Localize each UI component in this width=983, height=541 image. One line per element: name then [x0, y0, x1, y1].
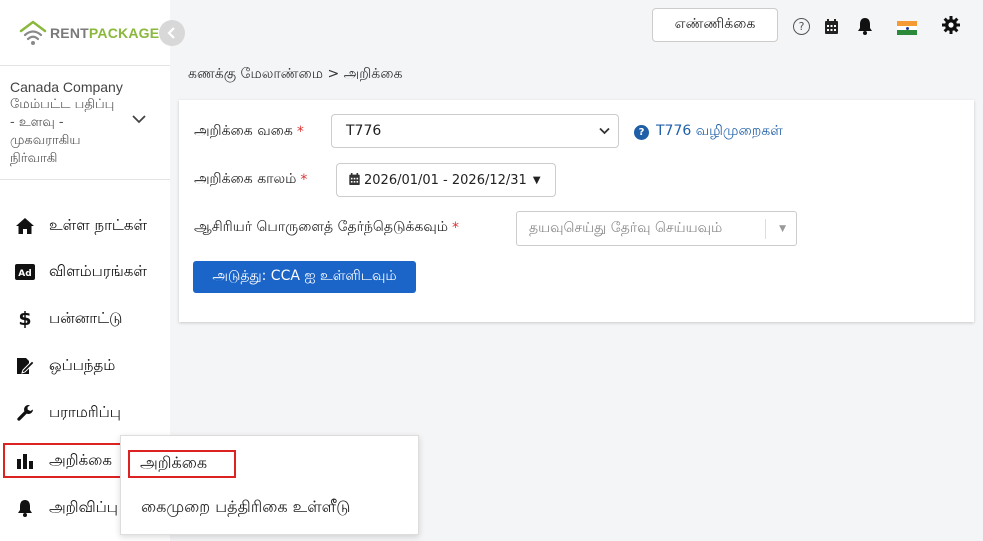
report-period-value: 2026/01/01 - 2026/12/31: [364, 172, 527, 188]
submenu-item-manual-journal[interactable]: கைமுறை பத்திரிகை உள்ளீடு: [141, 497, 350, 518]
sidebar-item-ads[interactable]: Ad விளம்பரங்கள்: [0, 253, 170, 291]
t776-help-link[interactable]: ? T776 வழிமுறைகள்: [634, 123, 783, 141]
sidebar-item-properties[interactable]: உள்ள நாட்கள்: [0, 207, 170, 245]
sidebar-item-label: அறிவிப்பு: [49, 498, 118, 516]
help-icon[interactable]: ?: [793, 16, 810, 36]
question-icon: ?: [634, 124, 649, 140]
sidebar-item-maintenance[interactable]: பராமரிப்பு: [0, 394, 170, 432]
divider: [0, 179, 170, 180]
owner-select[interactable]: தயவுசெய்து தேர்வு செய்யவும் ▼: [516, 211, 797, 246]
report-type-label: அறிக்கை வகை *: [194, 123, 304, 140]
sidebar-item-label: அறிக்கை: [49, 450, 112, 469]
chevron-down-icon[interactable]: [132, 112, 146, 128]
report-submenu: அறிக்கை கைமுறை பத்திரிகை உள்ளீடு: [120, 435, 419, 535]
home-icon: [14, 217, 36, 235]
sidebar-item-label: உள்ள நாட்கள்: [49, 216, 147, 234]
divider: [0, 65, 170, 66]
sidebar-item-label: விளம்பரங்கள்: [49, 262, 147, 280]
divider: [765, 219, 766, 239]
owner-placeholder: தயவுசெய்து தேர்வு செய்யவும்: [529, 219, 723, 236]
next-enter-cca-button[interactable]: அடுத்து: CCA ஐ உள்ளிடவும்: [193, 261, 416, 293]
wrench-icon: [14, 404, 36, 422]
calendar-icon[interactable]: [825, 16, 838, 36]
company-line: நிர்வாகி: [10, 151, 58, 166]
report-form-card: அறிக்கை வகை * T776 ? T776 வழிமுறைகள் அறிக…: [179, 100, 974, 322]
caret-down-icon: ▼: [532, 174, 541, 186]
company-line: - உளவு -: [10, 115, 64, 130]
sidebar-item-label: பராமரிப்பு: [49, 403, 121, 421]
owner-label: ஆசிரியர் பொருளைத் தேர்ந்தெடுக்கவும் *: [194, 219, 460, 236]
dollar-icon: $: [18, 308, 32, 330]
report-type-value: T776: [346, 123, 382, 139]
count-button[interactable]: எண்ணிக்கை: [652, 8, 778, 42]
company-name: Canada Company: [10, 79, 123, 95]
sidebar-item-report[interactable]: அறிக்கை: [3, 443, 133, 478]
collapse-sidebar-button[interactable]: [159, 20, 185, 46]
company-line: மேம்பட்ட பதிப்பு: [10, 97, 115, 112]
contract-icon: [14, 357, 36, 375]
sidebar-item-finance[interactable]: $ பன்னாட்டு: [0, 300, 170, 338]
logo-text: RENTPACKAGE: [50, 25, 160, 41]
bell-icon: [14, 499, 36, 517]
breadcrumb: கணக்கு மேலாண்மை > அறிக்கை: [188, 66, 403, 82]
submenu-item-report[interactable]: அறிக்கை: [128, 450, 236, 478]
calendar-icon: [349, 172, 360, 188]
wifi-house-icon: [18, 19, 48, 47]
company-line: முகவராகிய: [10, 133, 81, 148]
sidebar-item-label: பன்னாட்டு: [49, 309, 123, 327]
logo[interactable]: RENTPACKAGE: [18, 18, 159, 48]
gear-icon[interactable]: [942, 15, 960, 35]
caret-down-icon: ▼: [779, 223, 786, 234]
report-period-picker[interactable]: 2026/01/01 - 2026/12/31 ▼: [336, 163, 556, 197]
company-selector[interactable]: Canada Company மேம்பட்ட பதிப்பு - உளவு -…: [10, 78, 135, 168]
report-period-label: அறிக்கை காலம் *: [194, 171, 308, 188]
bar-chart-icon: [14, 453, 36, 469]
india-flag-icon[interactable]: [897, 18, 917, 38]
sidebar-item-label: ஒப்பந்தம்: [49, 356, 116, 374]
svg-text:Ad: Ad: [18, 269, 31, 279]
report-type-select[interactable]: T776: [331, 114, 619, 148]
bell-icon[interactable]: [857, 16, 873, 36]
sidebar-item-contract[interactable]: ஒப்பந்தம்: [0, 347, 170, 385]
ad-icon: Ad: [14, 264, 36, 280]
chevron-down-icon: [599, 125, 610, 138]
